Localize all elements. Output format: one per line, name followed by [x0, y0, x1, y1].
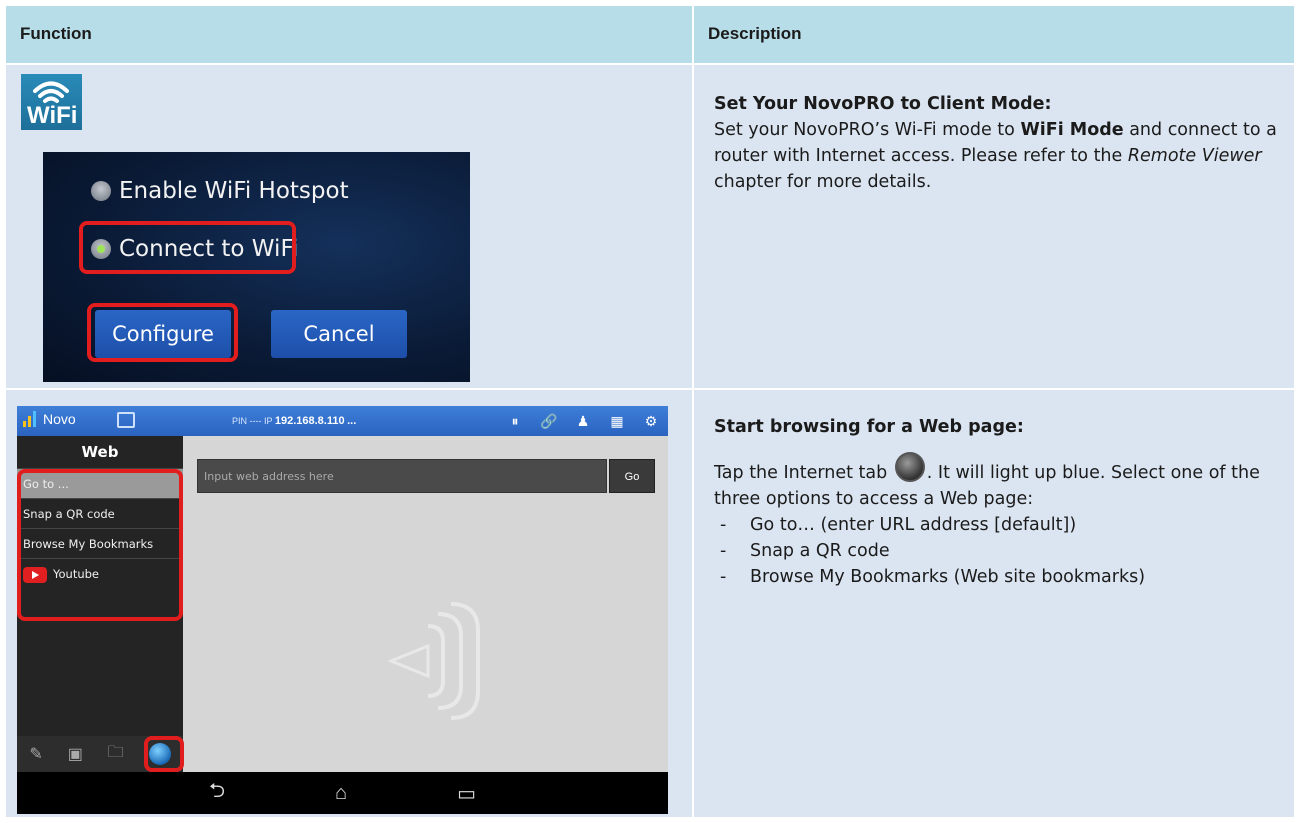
top-toolbar-icons: ⏸ 🔗 ♟ ▦ ⚙ — [498, 406, 668, 436]
recent-apps-icon[interactable]: ▭ — [457, 781, 476, 806]
row2-description: Start browsing for a Web page: Tap the I… — [714, 414, 1280, 590]
radio-button-icon[interactable] — [91, 181, 111, 201]
web-main-area: Input web address here Go — [183, 436, 668, 772]
android-nav-bar: ⮌ ⌂ ▭ — [17, 772, 668, 814]
header-description-label: Description — [708, 24, 802, 43]
row2-text-1: Tap the Internet tab — [714, 463, 893, 483]
function-description-table: Function Description WiFi Enable WiFi Ho… — [0, 0, 1302, 823]
cancel-button[interactable]: Cancel — [271, 310, 407, 358]
row1-title: Set Your NovoPRO to Client Mode: — [714, 94, 1052, 114]
image-icon[interactable]: ▣ — [68, 744, 83, 764]
highlight-configure — [87, 303, 238, 362]
highlight-connect-wifi — [79, 221, 296, 274]
novo-logo[interactable]: Novo — [23, 411, 76, 427]
app-top-bar: Novo PIN ---- IP 192.168.8.110 ... ⏸ 🔗 ♟… — [17, 406, 668, 436]
highlight-internet-tab — [144, 736, 184, 772]
row2-description-cell: Start browsing for a Web page: Tap the I… — [694, 390, 1294, 817]
url-input[interactable]: Input web address here — [197, 459, 607, 493]
novo-logo-label: Novo — [43, 411, 76, 427]
row1-text-3: chapter for more details. — [714, 172, 932, 192]
presentation-icon[interactable] — [117, 412, 135, 428]
grid-icon[interactable]: ▦ — [600, 406, 634, 436]
wifi-mode-dialog: Enable WiFi Hotspot Connect to WiFi Conf… — [43, 152, 470, 382]
pin-text: PIN ---- IP — [232, 416, 275, 426]
pause-icon[interactable]: ⏸ — [498, 406, 532, 436]
ip-address: 192.168.8.110 — [274, 415, 345, 427]
wifi-icon: WiFi — [21, 74, 82, 130]
highlight-web-options — [17, 469, 183, 621]
row2-options-list: Go to… (enter URL address [default]) Sna… — [714, 512, 1280, 590]
row1-text-1: Set your NovoPRO’s Wi-Fi mode to — [714, 120, 1021, 140]
back-icon[interactable]: ⮌ — [209, 776, 225, 810]
header-description-cell: Description — [694, 6, 1294, 63]
row1-text-italic: Remote Viewer — [1127, 146, 1262, 166]
novo-watermark-icon — [387, 602, 480, 720]
pen-icon[interactable]: ✎ — [29, 744, 42, 764]
row2-body: Tap the Internet tab . It will light up … — [714, 452, 1280, 512]
row1-function-cell: WiFi Enable WiFi Hotspot Connect to WiFi… — [6, 65, 692, 388]
internet-tab-icon — [894, 452, 925, 482]
option-go-to: Go to… (enter URL address [default]) — [714, 512, 1280, 538]
sidebar-title: Web — [81, 443, 119, 461]
header-function-cell: Function — [6, 6, 692, 63]
row2-title: Start browsing for a Web page: — [714, 417, 1024, 437]
novo-logo-icon — [23, 411, 37, 427]
row1-text-bold: WiFi Mode — [1020, 120, 1124, 140]
row1-description-cell: Set Your NovoPRO to Client Mode: Set you… — [694, 65, 1294, 388]
option-bookmarks: Browse My Bookmarks (Web site bookmarks) — [714, 564, 1280, 590]
novo-app-screenshot: Novo PIN ---- IP 192.168.8.110 ... ⏸ 🔗 ♟… — [17, 406, 668, 814]
go-button[interactable]: Go — [609, 459, 655, 493]
users-icon[interactable]: ♟ — [566, 406, 600, 436]
enable-hotspot-option[interactable]: Enable WiFi Hotspot — [91, 178, 349, 204]
enable-hotspot-label: Enable WiFi Hotspot — [119, 178, 349, 204]
option-snap-qr: Snap a QR code — [714, 538, 1280, 564]
header-function-label: Function — [20, 24, 92, 43]
wifi-icon-text: WiFi — [27, 102, 78, 129]
settings-gear-icon[interactable]: ⚙ — [634, 406, 668, 436]
row1-body: Set your NovoPRO’s Wi-Fi mode to WiFi Mo… — [714, 117, 1280, 195]
ip-more: ... — [347, 415, 357, 427]
link-icon[interactable]: 🔗 — [532, 406, 566, 436]
folder-icon[interactable]: 🗀 — [108, 741, 124, 768]
home-icon[interactable]: ⌂ — [335, 782, 347, 805]
pin-ip-readout: PIN ---- IP 192.168.8.110 ... — [232, 415, 356, 427]
row1-description: Set Your NovoPRO to Client Mode: Set you… — [714, 91, 1280, 195]
